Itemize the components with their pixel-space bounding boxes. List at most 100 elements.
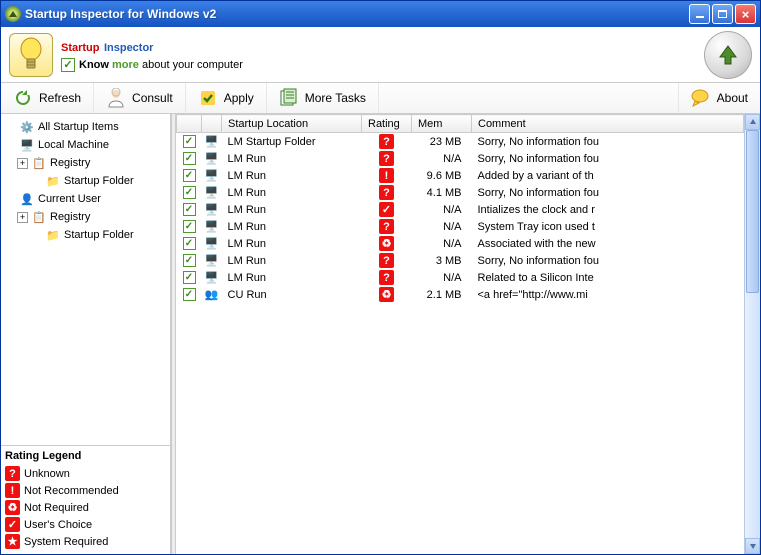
table-row[interactable]: ✓🖥️LM Run!9.6 MBAdded by a variant of th — [177, 167, 744, 184]
tree-cu-startup-folder[interactable]: 📁Startup Folder — [3, 226, 168, 244]
up-arrow-button[interactable] — [704, 31, 752, 79]
tree-current-user[interactable]: 👤Current User — [3, 190, 168, 208]
row-mem: N/A — [412, 201, 472, 218]
app-title: Startup Inspector — [61, 38, 243, 56]
consult-button[interactable]: Consult — [94, 83, 186, 113]
row-type-icon: 🖥️ — [205, 238, 219, 250]
gears-icon: ⚙️ — [19, 119, 35, 135]
row-checkbox[interactable]: ✓ — [183, 220, 196, 233]
table-row[interactable]: ✓🖥️LM Run♻N/AAssociated with the new — [177, 235, 744, 252]
row-rating-icon: ✓ — [379, 202, 394, 217]
col-mem[interactable]: Mem — [412, 115, 472, 133]
row-rating-icon: ! — [379, 168, 394, 183]
registry-icon: 📋 — [31, 155, 47, 171]
scroll-thumb[interactable] — [746, 130, 759, 293]
row-comment: Sorry, No information fou — [472, 133, 744, 151]
row-location: LM Run — [222, 150, 362, 167]
row-comment: Sorry, No information fou — [472, 252, 744, 269]
lightbulb-icon — [9, 33, 53, 77]
tree-all-startup[interactable]: ⚙️All Startup Items — [3, 118, 168, 136]
vertical-scrollbar[interactable] — [744, 114, 760, 554]
row-comment: System Tray icon used t — [472, 218, 744, 235]
sidebar: ⚙️All Startup Items 🖥️Local Machine +📋Re… — [1, 114, 171, 554]
apply-button[interactable]: Apply — [186, 83, 267, 113]
col-icon[interactable] — [202, 115, 222, 133]
row-checkbox[interactable]: ✓ — [183, 169, 196, 182]
row-type-icon: 🖥️ — [205, 170, 219, 182]
row-type-icon: 🖥️ — [205, 221, 219, 233]
row-location: LM Run — [222, 269, 362, 286]
expand-icon[interactable]: + — [17, 158, 28, 169]
row-location: LM Run — [222, 218, 362, 235]
row-location: LM Run — [222, 252, 362, 269]
row-mem: N/A — [412, 150, 472, 167]
row-checkbox[interactable]: ✓ — [183, 135, 196, 148]
table-row[interactable]: ✓🖥️LM Run✓N/AIntializes the clock and r — [177, 201, 744, 218]
toolbar: Refresh Consult Apply More Tasks About — [1, 82, 760, 114]
table-row[interactable]: ✓👥CU Run♻2.1 MB<a href="http://www.mi — [177, 286, 744, 303]
app-tagline: ✓ Know more about your computer — [61, 58, 243, 72]
row-rating-icon: ? — [379, 253, 394, 268]
row-type-icon: 🖥️ — [205, 153, 219, 165]
col-check[interactable] — [177, 115, 202, 133]
row-checkbox[interactable]: ✓ — [183, 271, 196, 284]
refresh-button[interactable]: Refresh — [1, 83, 94, 113]
apply-icon — [198, 88, 218, 108]
tree-local-machine[interactable]: 🖥️Local Machine — [3, 136, 168, 154]
col-location[interactable]: Startup Location — [222, 115, 362, 133]
app-icon — [5, 6, 21, 22]
row-checkbox[interactable]: ✓ — [183, 254, 196, 267]
more-tasks-button[interactable]: More Tasks — [267, 83, 379, 113]
maximize-button[interactable] — [712, 4, 733, 24]
row-checkbox[interactable]: ✓ — [183, 237, 196, 250]
registry-icon: 📋 — [31, 209, 47, 225]
row-location: LM Run — [222, 235, 362, 252]
rating-unknown-icon: ? — [5, 466, 20, 481]
rating-notrec-icon: ! — [5, 483, 20, 498]
tree-lm-startup-folder[interactable]: 📁Startup Folder — [3, 172, 168, 190]
row-type-icon: 🖥️ — [205, 136, 219, 148]
table-row[interactable]: ✓🖥️LM Run?N/ASystem Tray icon used t — [177, 218, 744, 235]
tree-lm-registry[interactable]: +📋Registry — [3, 154, 168, 172]
row-comment: <a href="http://www.mi — [472, 286, 744, 303]
row-checkbox[interactable]: ✓ — [183, 152, 196, 165]
close-button[interactable]: × — [735, 4, 756, 24]
row-checkbox[interactable]: ✓ — [183, 288, 196, 301]
col-rating[interactable]: Rating — [362, 115, 412, 133]
table-row[interactable]: ✓🖥️LM Run?3 MBSorry, No information fou — [177, 252, 744, 269]
row-mem: 4.1 MB — [412, 184, 472, 201]
about-button[interactable]: About — [678, 83, 760, 113]
row-checkbox[interactable]: ✓ — [183, 203, 196, 216]
row-type-icon: 🖥️ — [205, 204, 219, 216]
scroll-up-button[interactable] — [745, 114, 760, 130]
row-location: LM Run — [222, 167, 362, 184]
rating-sysreq-icon: ★ — [5, 534, 20, 549]
table-row[interactable]: ✓🖥️LM Run?N/ASorry, No information fou — [177, 150, 744, 167]
doctor-icon — [106, 88, 126, 108]
about-icon — [691, 88, 711, 108]
row-comment: Related to a Silicon Inte — [472, 269, 744, 286]
user-icon: 👤 — [19, 191, 35, 207]
col-comment[interactable]: Comment — [472, 115, 744, 133]
computer-icon: 🖥️ — [19, 137, 35, 153]
tree-cu-registry[interactable]: +📋Registry — [3, 208, 168, 226]
row-checkbox[interactable]: ✓ — [183, 186, 196, 199]
expand-icon[interactable]: + — [17, 212, 28, 223]
rating-notreq-icon: ♻ — [5, 500, 20, 515]
row-mem: 3 MB — [412, 252, 472, 269]
row-rating-icon: ? — [379, 185, 394, 200]
table-row[interactable]: ✓🖥️LM Run?N/ARelated to a Silicon Inte — [177, 269, 744, 286]
row-location: LM Startup Folder — [222, 133, 362, 151]
folder-icon: 📁 — [45, 173, 61, 189]
row-rating-icon: ? — [379, 151, 394, 166]
table-row[interactable]: ✓🖥️LM Startup Folder?23 MBSorry, No info… — [177, 133, 744, 151]
row-type-icon: 👥 — [205, 289, 219, 301]
row-rating-icon: ? — [379, 270, 394, 285]
table-row[interactable]: ✓🖥️LM Run?4.1 MBSorry, No information fo… — [177, 184, 744, 201]
scroll-down-button[interactable] — [745, 538, 760, 554]
window-title: Startup Inspector for Windows v2 — [25, 7, 689, 21]
row-rating-icon: ♻ — [379, 287, 394, 302]
tree-view: ⚙️All Startup Items 🖥️Local Machine +📋Re… — [1, 114, 170, 445]
minimize-button[interactable] — [689, 4, 710, 24]
rating-legend: Rating Legend ?Unknown !Not Recommended … — [1, 445, 170, 554]
